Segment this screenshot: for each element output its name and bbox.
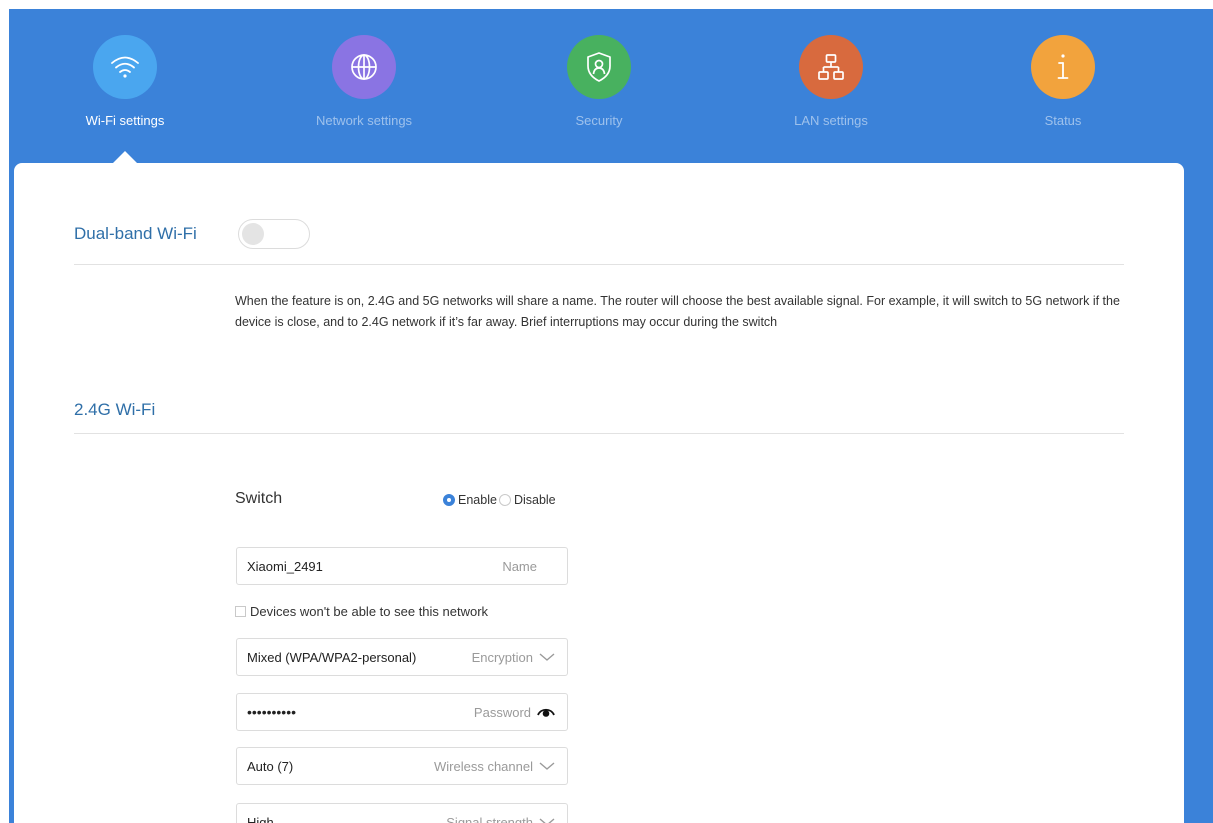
dual-band-description: When the feature is on, 2.4G and 5G netw… <box>235 294 1120 329</box>
hide-network-checkbox[interactable] <box>235 606 246 617</box>
info-icon <box>1031 35 1095 99</box>
encryption-select[interactable]: Mixed (WPA/WPA2-personal) Encryption <box>236 638 568 676</box>
hide-network-label: Devices won't be able to see this networ… <box>250 604 489 619</box>
nav-label: Wi-Fi settings <box>85 113 165 128</box>
wifi-name-value: Xiaomi_2491 <box>247 558 323 574</box>
nav-label: Network settings <box>315 113 413 128</box>
encryption-hint: Encryption <box>471 649 533 665</box>
wifi-name-hint: Name <box>502 558 537 574</box>
signal-value: High <box>247 814 274 823</box>
switch-radio-group: Enable Disable <box>443 493 556 507</box>
channel-hint: Wireless channel <box>434 758 533 774</box>
disable-radio[interactable] <box>498 494 511 506</box>
wifi-24-title: 2.4G Wi-Fi <box>74 400 156 419</box>
nav-item-security[interactable]: Security <box>529 35 669 128</box>
nav-item-network-settings[interactable]: Network settings <box>294 35 434 128</box>
enable-radio[interactable] <box>443 494 455 506</box>
nav-label: LAN settings <box>794 113 868 128</box>
encryption-value: Mixed (WPA/WPA2-personal) <box>247 649 417 665</box>
chevron-down-icon <box>539 762 555 770</box>
password-input[interactable]: •••••••••• Password <box>236 693 568 731</box>
top-nav: Wi-Fi settings Network settings Security… <box>9 9 1213 169</box>
app-frame: Wi-Fi settings Network settings Security… <box>9 9 1213 823</box>
settings-card: Dual-band Wi-Fi When the feature is on, … <box>14 163 1184 823</box>
chevron-down-icon <box>539 653 555 661</box>
password-hint: Password <box>473 704 531 720</box>
channel-value: Auto (7) <box>247 758 294 774</box>
chevron-down-icon <box>539 818 555 823</box>
eye-icon[interactable] <box>537 706 555 718</box>
divider <box>74 264 1124 265</box>
lan-icon <box>799 35 863 99</box>
divider <box>74 433 1124 434</box>
shield-icon <box>567 35 631 99</box>
nav-label: Status <box>1044 113 1082 128</box>
nav-item-wifi-settings[interactable]: Wi-Fi settings <box>55 35 195 128</box>
dual-band-title: Dual-band Wi-Fi <box>74 224 197 243</box>
disable-radio-option[interactable]: Disable <box>498 493 556 507</box>
wifi-icon <box>93 35 157 99</box>
dual-band-toggle[interactable] <box>238 219 310 249</box>
enable-label: Enable <box>458 493 497 507</box>
enable-radio-option[interactable]: Enable <box>443 493 497 507</box>
nav-label: Security <box>575 113 623 128</box>
nav-item-status[interactable]: Status <box>993 35 1133 128</box>
nav-item-lan-settings[interactable]: LAN settings <box>761 35 901 128</box>
signal-hint: Signal strength <box>446 814 533 823</box>
signal-strength-select[interactable]: High Signal strength <box>236 803 568 823</box>
wifi-name-input[interactable]: Xiaomi_2491 Name <box>236 547 568 585</box>
hide-network-option[interactable]: Devices won't be able to see this networ… <box>235 604 488 619</box>
toggle-knob <box>242 223 264 245</box>
disable-label: Disable <box>513 493 556 507</box>
globe-icon <box>332 35 396 99</box>
wireless-channel-select[interactable]: Auto (7) Wireless channel <box>236 747 568 785</box>
switch-label: Switch <box>235 490 283 507</box>
password-value: •••••••••• <box>247 704 297 720</box>
